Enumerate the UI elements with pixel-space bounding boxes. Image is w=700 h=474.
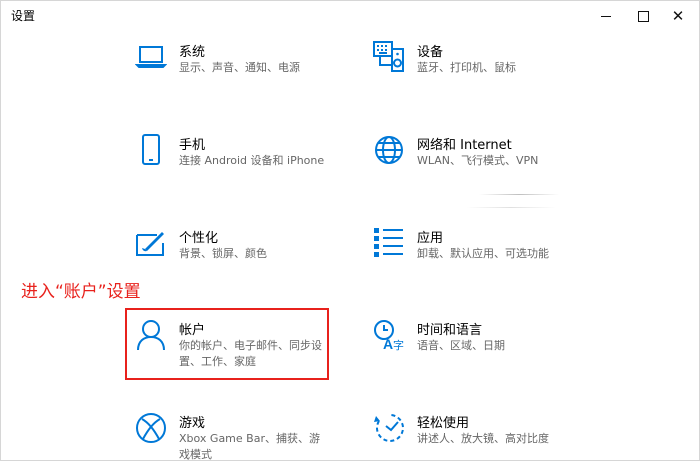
settings-item-gaming[interactable]: 游戏 Xbox Game Bar、捕获、游戏模式 [135, 412, 365, 474]
time-language-icon: A字 [373, 319, 405, 351]
item-title: 设备 [417, 45, 444, 60]
scroll-shadow [466, 207, 556, 208]
item-title: 时间和语言 [417, 323, 483, 338]
paint-icon [135, 227, 167, 259]
settings-item-system[interactable]: 系统 显示、声音、通知、电源 [135, 41, 365, 103]
item-title: 个性化 [179, 231, 219, 246]
svg-text:A: A [383, 336, 393, 351]
settings-item-phone[interactable]: 手机 连接 Android 设备和 iPhone [135, 134, 365, 196]
item-title: 轻松使用 [417, 416, 470, 431]
close-button[interactable]: ✕ [655, 1, 700, 31]
item-description: 语音、区域、日期 [417, 339, 505, 352]
settings-item-apps[interactable]: 应用 卸载、默认应用、可选功能 [373, 227, 603, 289]
item-title: 游戏 [179, 416, 206, 431]
annotation-text: 进入“账户”设置 [21, 282, 141, 302]
item-description: 卸载、默认应用、可选功能 [417, 247, 549, 260]
phone-icon [135, 134, 167, 166]
keyboard-speaker-icon [373, 41, 405, 73]
settings-item-personalization[interactable]: 个性化 背景、锁屏、颜色 [135, 227, 365, 289]
item-description: 背景、锁屏、颜色 [179, 247, 267, 260]
item-description: Xbox Game Bar、捕获、游戏模式 [179, 432, 320, 461]
globe-icon [373, 134, 405, 166]
laptop-icon [135, 41, 167, 73]
xbox-icon [135, 412, 167, 444]
item-description: WLAN、飞行模式、VPN [417, 154, 539, 167]
app-list-icon [373, 227, 405, 259]
item-description: 连接 Android 设备和 iPhone [179, 154, 325, 167]
maximize-icon [637, 10, 649, 22]
item-description: 蓝牙、打印机、鼠标 [417, 61, 516, 74]
item-title: 系统 [179, 45, 206, 60]
annotation-highlight-box [125, 308, 329, 380]
item-title: 应用 [417, 231, 444, 246]
item-title: 手机 [179, 138, 206, 153]
settings-window: 设置 ✕ 系统 显示、声音、通知、电源 设备 蓝牙、打印机、鼠标 手机 连接 A… [0, 0, 700, 461]
minimize-icon [601, 15, 611, 17]
item-description: 显示、声音、通知、电源 [179, 61, 300, 74]
ease-of-access-icon [373, 412, 405, 444]
settings-item-devices[interactable]: 设备 蓝牙、打印机、鼠标 [373, 41, 603, 103]
settings-item-network[interactable]: 网络和 Internet WLAN、飞行模式、VPN [373, 134, 603, 196]
scroll-shadow [479, 194, 559, 195]
window-title: 设置 [11, 9, 36, 23]
close-icon: ✕ [671, 6, 685, 25]
title-bar: 设置 ✕ [1, 1, 699, 31]
settings-item-time-language[interactable]: A字 时间和语言 语音、区域、日期 [373, 319, 603, 381]
item-description: 讲述人、放大镜、高对比度 [417, 432, 549, 445]
svg-text:字: 字 [393, 338, 404, 351]
item-title: 网络和 Internet [417, 138, 512, 153]
settings-item-ease-of-access[interactable]: 轻松使用 讲述人、放大镜、高对比度 [373, 412, 603, 474]
